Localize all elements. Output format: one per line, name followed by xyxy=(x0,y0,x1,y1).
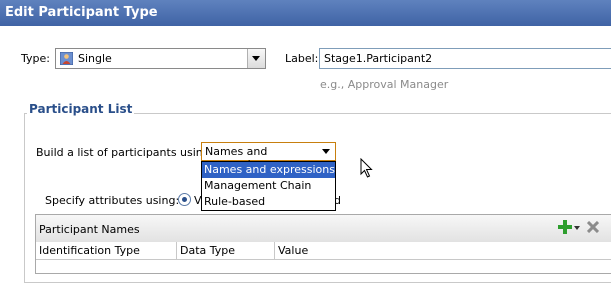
participant-icon xyxy=(59,51,74,66)
label-hint: e.g., Approval Manager xyxy=(320,78,449,91)
option-rule-based[interactable]: Rule-based xyxy=(202,194,335,210)
build-list-dropdown-button[interactable] xyxy=(318,143,335,160)
build-list-label: Build a list of participants using: xyxy=(36,146,214,159)
type-label: Type: xyxy=(21,52,50,65)
build-list-combo[interactable]: Names and expressions xyxy=(201,142,336,171)
mouse-cursor-icon xyxy=(360,157,374,181)
plus-icon[interactable] xyxy=(558,220,572,237)
table-title: Participant Names xyxy=(39,223,140,236)
specify-attributes-label: Specify attributes using: xyxy=(45,194,180,207)
build-list-dropdown: Names and expressions Management Chain R… xyxy=(201,161,336,211)
type-dropdown-button[interactable] xyxy=(247,49,265,68)
participant-names-table: Participant Names Identification Type Da… xyxy=(35,214,611,274)
table-toolbar: Participant Names xyxy=(36,215,611,243)
chevron-down-icon xyxy=(252,56,260,61)
column-value[interactable]: Value xyxy=(275,242,611,259)
radio-dot-icon xyxy=(182,197,187,202)
type-combo[interactable]: Single xyxy=(55,48,266,69)
type-value: Single xyxy=(78,52,112,65)
participant-list-title: Participant List xyxy=(27,102,135,116)
attributes-radio[interactable] xyxy=(178,193,191,206)
label-label: Label: xyxy=(285,52,319,65)
add-menu-caret-icon[interactable] xyxy=(574,226,580,230)
delete-x-icon[interactable] xyxy=(586,220,600,236)
column-data-type[interactable]: Data Type xyxy=(177,242,275,259)
option-management-chain[interactable]: Management Chain xyxy=(202,178,335,194)
label-input[interactable] xyxy=(319,48,611,69)
column-identification-type[interactable]: Identification Type xyxy=(36,242,177,259)
option-names-and-expressions[interactable]: Names and expressions xyxy=(202,162,335,178)
window-title: Edit Participant Type xyxy=(0,0,611,26)
chevron-down-icon xyxy=(322,149,330,154)
table-header-row: Identification Type Data Type Value xyxy=(36,242,611,260)
